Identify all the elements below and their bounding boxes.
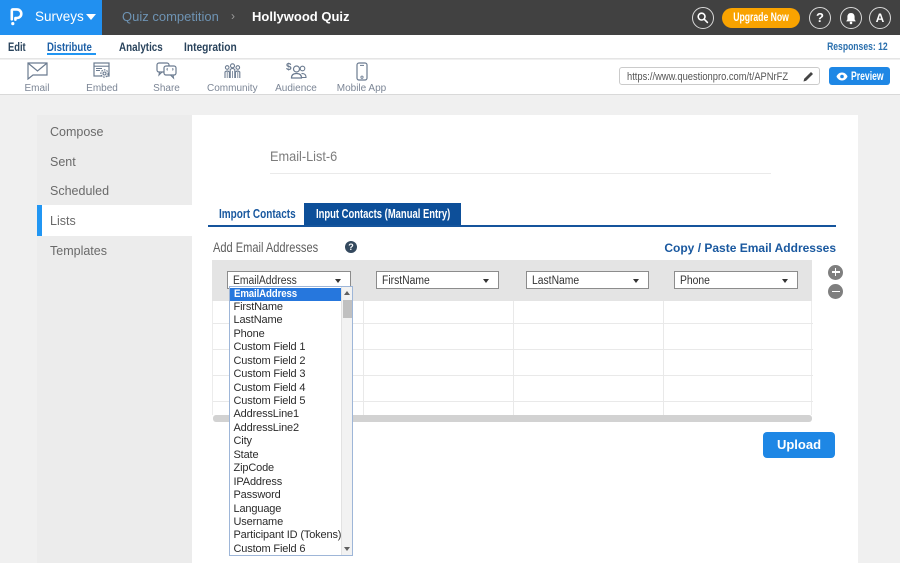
svg-text:$: $ xyxy=(286,62,292,73)
